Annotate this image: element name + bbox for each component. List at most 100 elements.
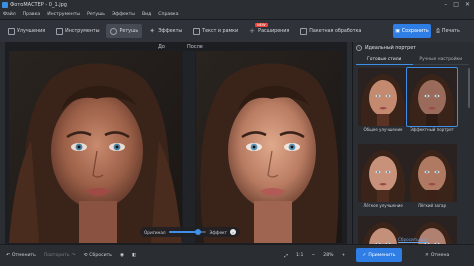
batch-icon — [300, 27, 308, 35]
undo-icon: ↶ — [6, 253, 10, 258]
style-preview-image — [358, 68, 408, 126]
style-thumbnail-label: Эффектный портрет — [410, 127, 454, 132]
compare-divider[interactable] — [183, 51, 195, 243]
redo-label: Повторить — [43, 253, 70, 258]
save-icon: ▣ — [395, 28, 400, 34]
sliders-icon — [8, 27, 15, 35]
save-button[interactable]: ▣ Сохранить — [393, 24, 431, 38]
after-label: После — [187, 44, 203, 50]
effect-label: Эффект — [209, 229, 227, 235]
before-label: До — [158, 44, 165, 50]
tab-effects[interactable]: ✦ Эффекты — [145, 24, 186, 38]
tab-label: Текст и рамки — [202, 28, 239, 34]
style-thumbnail-label: Общее улучшение — [363, 127, 403, 132]
tab-text-frames[interactable]: Текст и рамки — [189, 24, 242, 38]
brush-icon — [110, 27, 118, 35]
apply-label: Применить — [368, 252, 396, 258]
zoom-out-button[interactable]: − — [311, 253, 315, 258]
tab-label: Ретушь — [119, 28, 139, 34]
style-thumbnail[interactable] — [358, 144, 408, 202]
redo-button[interactable]: Повторить ↷ — [44, 253, 76, 258]
tab-label: Расширения — [258, 28, 290, 34]
reset-all-link[interactable]: Сбросить все — [398, 237, 427, 242]
save-label: Сохранить — [401, 28, 429, 34]
effect-intensity-slider[interactable]: Оригинал Эффект › — [140, 227, 240, 237]
window-controls: – □ ✕ — [444, 1, 474, 8]
style-preview-image — [407, 68, 457, 126]
tab-enhancements[interactable]: Улучшения — [4, 24, 49, 38]
zoom-level: 28% — [323, 253, 333, 258]
reset-icon: ⟲ — [83, 253, 88, 258]
split-view-icon: ◧ — [131, 253, 137, 258]
tab-extensions[interactable]: + Расширения — [245, 24, 293, 38]
tab-tools[interactable]: Инструменты — [52, 24, 103, 38]
app-logo-icon — [2, 1, 8, 8]
menu-tools[interactable]: Инструменты — [47, 12, 80, 17]
undo-label: Отменить — [11, 253, 36, 258]
tab-retouch[interactable]: Ретушь — [106, 24, 143, 38]
tab-batch[interactable]: Пакетная обработка — [296, 24, 365, 38]
portrait-after-image — [196, 51, 342, 243]
compare-mode-button[interactable]: ◧ — [132, 253, 136, 258]
zoom-value: 28% — [323, 253, 334, 258]
undo-button[interactable]: ↶ Отменить — [6, 253, 36, 258]
zoom-actual-button[interactable]: 1:1 — [296, 253, 303, 258]
close-x-icon: ✕ — [425, 252, 429, 258]
left-collapse-strip[interactable] — [0, 42, 5, 244]
fullscreen-icon: ⤢ — [284, 253, 289, 259]
cancel-button[interactable]: ✕ Отмена — [425, 248, 449, 262]
panel-scrollbar[interactable] — [468, 68, 470, 108]
new-badge: NEW — [255, 23, 268, 27]
zoom-actual-label: 1:1 — [296, 253, 304, 258]
tab-ready-styles[interactable]: Готовые стили — [356, 55, 413, 65]
chevron-right-icon[interactable]: › — [230, 229, 236, 235]
photo-after[interactable] — [196, 51, 342, 243]
photo-before[interactable] — [9, 51, 182, 243]
menu-bar: Файл Правка Инструменты Ретушь Эффекты В… — [0, 9, 474, 20]
slider-fill — [168, 231, 199, 233]
back-arrow-icon[interactable]: ‹ — [356, 45, 362, 51]
tab-label: Эффекты — [158, 28, 183, 34]
check-icon: ✓ — [362, 252, 367, 258]
status-bar: ↶ Отменить Повторить ↷ ⟲ Сбросить ◉ ◧ ⤢ … — [0, 244, 352, 266]
zoom-out-icon: − — [311, 253, 316, 258]
zoom-in-button[interactable]: + — [342, 253, 346, 258]
close-icon[interactable]: ✕ — [465, 1, 470, 8]
slider-handle[interactable] — [195, 229, 202, 235]
style-thumbnail-label: Лёгкий загар — [417, 203, 447, 208]
menu-edit[interactable]: Правка — [23, 12, 40, 17]
window-title: ФотоМАСТЕР - 0_1.jpg — [10, 1, 67, 8]
menu-help[interactable]: Справка — [158, 12, 178, 17]
style-thumbnail[interactable] — [406, 67, 458, 127]
style-thumbnail[interactable] — [358, 68, 408, 126]
menu-view[interactable]: Вид — [142, 12, 151, 17]
tab-manual-settings[interactable]: Ручные настройки — [412, 55, 469, 65]
cancel-label: Отмена — [430, 252, 450, 258]
reset-label: Сбросить — [89, 253, 112, 258]
tab-label: Пакетная обработка — [309, 28, 362, 34]
slider-track[interactable] — [168, 229, 207, 235]
panel-title: Идеальный портрет — [365, 45, 416, 51]
print-label: Печать — [441, 28, 460, 34]
menu-effects[interactable]: Эффекты — [112, 12, 135, 17]
style-preview-image — [407, 144, 457, 202]
preview-toggle[interactable]: ◉ — [120, 253, 124, 258]
minimize-icon[interactable]: – — [444, 1, 447, 8]
print-button[interactable]: ⎙ Печать — [436, 24, 460, 38]
tab-label: Улучшения — [17, 28, 46, 34]
style-thumbnail[interactable] — [407, 144, 457, 202]
redo-icon: ↷ — [71, 253, 76, 258]
wrench-icon — [56, 27, 64, 35]
fullscreen-button[interactable]: ⤢ — [284, 253, 288, 259]
reset-button[interactable]: ⟲ Сбросить — [83, 253, 112, 258]
apply-button[interactable]: ✓ Применить — [356, 248, 402, 262]
maximize-icon[interactable]: □ — [453, 1, 459, 8]
zoom-in-icon: + — [341, 253, 346, 258]
menu-file[interactable]: Файл — [3, 12, 16, 17]
style-preview-image — [358, 144, 408, 202]
menu-retouch[interactable]: Ретушь — [87, 12, 105, 17]
panel-header: ‹ Идеальный портрет — [352, 43, 474, 53]
original-label: Оригинал — [144, 229, 166, 235]
title-bar: ФотоМАСТЕР - 0_1.jpg – □ ✕ — [0, 0, 474, 9]
printer-icon: ⎙ — [436, 29, 440, 34]
